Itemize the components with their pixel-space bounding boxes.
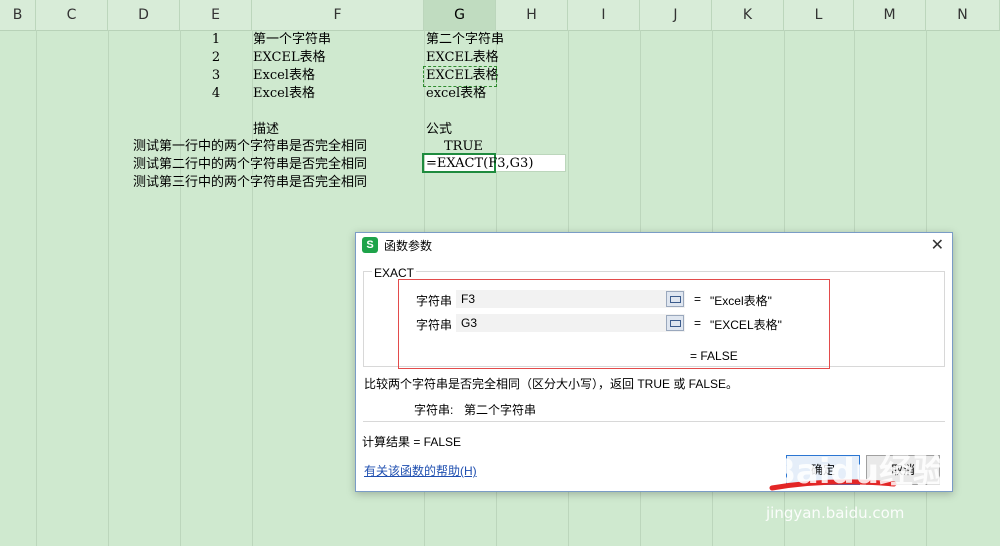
cell-f-row4[interactable]: Excel表格 (253, 85, 315, 103)
cell-g-row2[interactable]: EXCEL表格 (426, 49, 499, 67)
function-description: 比较两个字符串是否完全相同（区分大小写），返回 TRUE 或 FALSE。 (364, 377, 739, 391)
column-header-i[interactable]: I (568, 0, 640, 30)
function-help-link[interactable]: 有关该函数的帮助(H) (364, 462, 477, 479)
close-icon[interactable]: ✕ (931, 235, 944, 255)
column-header-e[interactable]: E (180, 0, 252, 30)
column-header-c[interactable]: C (36, 0, 108, 30)
column-header-l[interactable]: L (784, 0, 854, 30)
test-desc-3[interactable]: 测试第三行中的两个字符串是否完全相同 (133, 174, 367, 192)
dialog-titlebar[interactable]: S 函数参数 ✕ (356, 233, 952, 257)
desc-header[interactable]: 描述 (253, 121, 279, 139)
copy-marquee (423, 66, 497, 87)
column-header-n[interactable]: N (926, 0, 1000, 30)
column-header-f[interactable]: F (252, 0, 424, 30)
gridline (108, 30, 109, 546)
cell-e-row3[interactable]: 3 (180, 67, 252, 85)
cell-g-row4[interactable]: excel表格 (426, 85, 486, 103)
test-desc-1[interactable]: 测试第一行中的两个字符串是否完全相同 (133, 138, 367, 156)
test-desc-2[interactable]: 测试第二行中的两个字符串是否完全相同 (133, 156, 367, 174)
column-header-bar: B C D E F G H I J K L M N (0, 0, 1000, 31)
gridline (252, 30, 253, 546)
arg-help-text: 第二个字符串 (464, 403, 537, 417)
watermark-url: jingyan.baidu.com (766, 504, 905, 522)
column-header-m[interactable]: M (854, 0, 926, 30)
gridline (180, 30, 181, 546)
arg-help-label: 字符串: (414, 403, 454, 417)
cell-e-row1[interactable]: 1 (180, 31, 252, 49)
red-highlight-box (398, 279, 830, 369)
dialog-title: 函数参数 (384, 239, 433, 253)
calc-result: 计算结果 = FALSE (362, 435, 462, 449)
formula-header[interactable]: 公式 (426, 121, 452, 139)
watermark-logo: Baidu经验 (770, 452, 948, 492)
cell-f-row2[interactable]: EXCEL表格 (253, 49, 326, 67)
column-header-g[interactable]: G (424, 0, 496, 30)
cell-e-row4[interactable]: 4 (180, 85, 252, 103)
gridline (36, 30, 37, 546)
formula-input[interactable]: =EXACT(F3,G3) (426, 155, 533, 173)
baidu-watermark: Baidu经验 jingyan.baidu.com (760, 436, 1000, 546)
column-header-d[interactable]: D (108, 0, 180, 30)
function-name: EXACT (372, 266, 417, 280)
cell-e-row2[interactable]: 2 (180, 49, 252, 67)
column-header-j[interactable]: J (640, 0, 712, 30)
wps-logo-icon: S (362, 237, 378, 253)
cell-g-row1[interactable]: 第二个字符串 (426, 31, 504, 49)
divider (363, 421, 945, 422)
cell-f-row1[interactable]: 第一个字符串 (253, 31, 331, 49)
column-header-k[interactable]: K (712, 0, 784, 30)
column-header-h[interactable]: H (496, 0, 568, 30)
column-header-b[interactable]: B (0, 0, 36, 30)
cell-f-row3[interactable]: Excel表格 (253, 67, 315, 85)
